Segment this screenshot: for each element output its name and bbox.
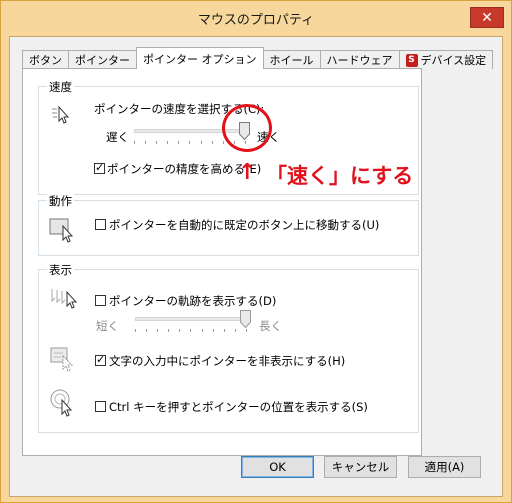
cancel-label: キャンセル (331, 460, 390, 474)
ctrl-checkbox[interactable] (95, 401, 106, 412)
snap-checkbox[interactable] (95, 219, 106, 230)
apply-button[interactable]: 適用(A) (408, 456, 481, 478)
tab-hardware[interactable]: ハードウェア (319, 50, 400, 69)
tab-wheel[interactable]: ホイール (262, 50, 321, 69)
pointer-speed-icon (52, 105, 70, 124)
pointer-trails-icon (51, 289, 78, 309)
annotation-arrow-icon: ↑ (238, 160, 257, 185)
tab-label: ポインター (75, 54, 130, 67)
tab-strip: ボタン ポインター ポインター オプション ホイール ハードウェア S デバイス… (22, 47, 494, 69)
ok-button[interactable]: OK (241, 456, 314, 478)
window-title: マウスのプロパティ (197, 12, 315, 28)
cancel-button[interactable]: キャンセル (324, 456, 397, 478)
annotation-text: 「速く」にする (266, 164, 414, 188)
snap-to-icon (49, 218, 74, 243)
tab-label: ホイール (269, 54, 314, 67)
tab-label: ハードウェア (326, 54, 393, 67)
action-group: 動作 ポインターを自動的に既定のボタン上に移動する(U) (38, 193, 419, 256)
close-button[interactable]: ✕ (470, 7, 504, 28)
trails-slider-track[interactable] (135, 317, 247, 321)
tab-label: ボタン (29, 54, 62, 67)
dialog-window: マウスのプロパティ ✕ ボタン ポインター ポインター オプション ホイール ハ… (0, 0, 512, 503)
ctrl-label[interactable]: Ctrl キーを押すとポインターの位置を表示する(S) (109, 399, 368, 415)
trails-label[interactable]: ポインターの軌跡を表示する(D) (109, 293, 276, 309)
trails-long-label: 長く (259, 319, 282, 333)
snap-label[interactable]: ポインターを自動的に既定のボタン上に移動する(U) (109, 217, 379, 233)
ok-label: OK (269, 460, 286, 474)
tab-label: デバイス設定 (420, 54, 487, 67)
trails-short-label: 短く (96, 319, 119, 333)
tab-pointers[interactable]: ポインター (68, 50, 137, 69)
hide-pointer-icon (50, 347, 74, 372)
close-icon: ✕ (481, 9, 493, 26)
trails-checkbox[interactable] (95, 295, 106, 306)
speed-slow-label: 遅く (106, 130, 129, 144)
trails-slider-ticks (135, 329, 247, 332)
hide-checkbox[interactable] (95, 353, 106, 366)
tab-label: ポインター オプション (143, 52, 257, 66)
trails-slider-thumb[interactable] (240, 310, 251, 328)
ctrl-locate-icon (50, 389, 73, 417)
display-group: 表示 ポインターの軌跡を表示する(D) 短く 長く ✓ 文字の入力中にポインター… (38, 262, 419, 433)
tab-buttons[interactable]: ボタン (22, 50, 69, 69)
action-group-label: 動作 (47, 193, 74, 209)
precision-checkbox[interactable] (94, 161, 105, 174)
apply-label: 適用(A) (424, 460, 465, 474)
speed-group-label: 速度 (47, 79, 74, 95)
title-bar[interactable]: マウスのプロパティ ✕ (1, 1, 511, 35)
display-group-label: 表示 (47, 262, 74, 278)
annotation-circle (222, 104, 272, 152)
hide-label[interactable]: 文字の入力中にポインターを非表示にする(H) (109, 353, 345, 369)
tab-pointer-options[interactable]: ポインター オプション (136, 47, 264, 69)
tab-device-settings[interactable]: S デバイス設定 (398, 50, 494, 69)
synaptics-icon: S (405, 53, 418, 67)
